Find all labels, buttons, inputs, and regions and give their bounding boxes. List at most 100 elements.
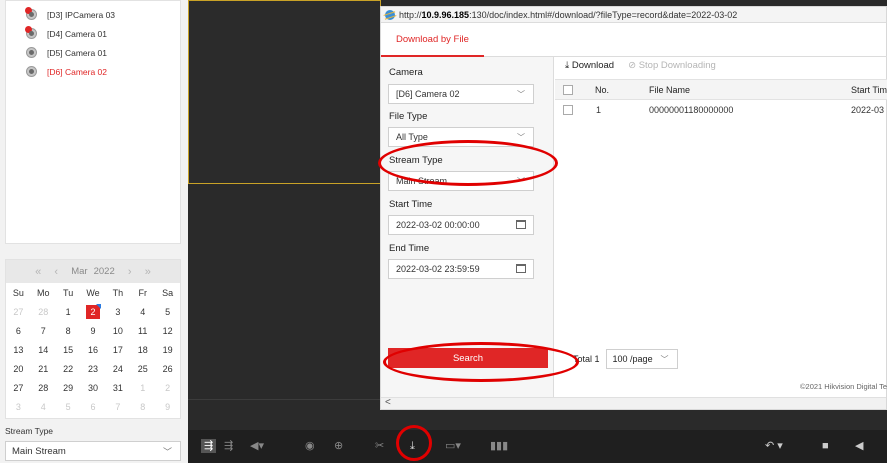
calendar-day[interactable]: 1 [56,302,81,321]
calendar-day[interactable]: 20 [6,359,31,378]
calendar-day[interactable]: 27 [6,302,31,321]
stop-downloading-button[interactable]: ⊘ Stop Downloading [628,60,716,71]
calendar-day-number: 20 [13,363,24,374]
tab-download-by-file[interactable]: Download by File [381,23,484,57]
start-time-input[interactable]: 2022-03-02 00:00:00 [388,215,534,235]
left-panel: [D3] IPCamera 03 [D4] Camera 01 [D5] Cam… [0,0,188,463]
calendar-day-number: 8 [65,325,71,336]
calendar-day-number: 23 [87,363,98,374]
calendar-day[interactable]: 26 [155,359,180,378]
calendar-day[interactable]: 28 [31,378,56,397]
calendar-day-number: 11 [138,325,148,336]
calendar-day[interactable]: 30 [81,378,106,397]
calendar-day[interactable]: 27 [6,378,31,397]
download-button-label: Download [571,60,615,71]
prev-year-button[interactable]: « [29,266,47,278]
calendar-day[interactable]: 6 [6,321,31,340]
calendar-day[interactable]: 21 [31,359,56,378]
address-bar[interactable]: http://10.9.96.185:130/doc/index.html#/d… [381,7,886,23]
calendar-day[interactable]: 7 [31,321,56,340]
camera-item-d3[interactable]: [D3] IPCamera 03 [25,7,115,20]
calendar-day[interactable]: 9 [81,321,106,340]
calendar-day[interactable]: 16 [81,340,106,359]
volume-icon[interactable]: ◀▾ [250,439,264,453]
calendar-day[interactable]: 3 [6,397,31,416]
calendar-day-number: 24 [112,363,123,374]
calendar-day[interactable]: 22 [56,359,81,378]
calendar-day-number: 25 [137,363,148,374]
calendar-weekday: We [86,287,100,298]
clip-icon[interactable]: ✂ [375,439,384,453]
stream-type-select[interactable]: Main Stream ﹀ [5,441,181,461]
window-icon[interactable]: ▭▾ [445,439,461,453]
calendar-day[interactable]: 6 [81,397,106,416]
calendar-day[interactable]: 29 [56,378,81,397]
download-button[interactable]: ⤓ Download [565,60,614,71]
next-month-button[interactable]: › [121,266,139,278]
prev-month-button[interactable]: ‹ [47,266,65,278]
calendar-day[interactable]: 8 [56,321,81,340]
calendar-day[interactable]: 15 [56,340,81,359]
chevron-down-icon: ﹀ [660,355,669,364]
calendar-day[interactable]: 1 [130,378,155,397]
capture-icon[interactable]: ◉ [305,439,315,453]
calendar-icon[interactable] [516,264,526,273]
calendar-icon[interactable] [516,220,526,229]
select-all-checkbox[interactable] [563,85,573,95]
scroll-left-icon[interactable]: < [385,397,391,408]
calendar-day[interactable]: 14 [31,340,56,359]
camera-list: [D3] IPCamera 03 [D4] Camera 01 [D5] Cam… [5,0,181,244]
calendar-day[interactable]: 17 [105,340,130,359]
calendar-day[interactable]: 12 [155,321,180,340]
camera-select[interactable]: [D6] Camera 02 ﹀ [388,84,534,104]
calendar-day[interactable]: 28 [31,302,56,321]
camera-item-d5[interactable]: [D5] Camera 01 [26,47,107,58]
camera-select-value: [D6] Camera 02 [396,89,460,99]
calendar-day[interactable]: 5 [56,397,81,416]
row-checkbox[interactable] [563,105,573,115]
camera-icon [26,66,37,77]
calendar-day[interactable]: 18 [130,340,155,359]
calendar-day[interactable]: 2 [81,302,106,321]
bars-icon[interactable]: ▮▮▮ [490,439,508,453]
calendar-day[interactable]: 7 [105,397,130,416]
video-tile-selected[interactable] [188,0,381,184]
calendar-day-number: 15 [63,344,74,355]
zoom-icon[interactable]: ⊕ [334,439,343,453]
rewind-icon[interactable]: ↶ ▾ [765,439,783,453]
end-time-input[interactable]: 2022-03-02 23:59:59 [388,259,534,279]
page-size-select[interactable]: 100 /page ﹀ [605,349,678,369]
calendar-weekday: Fr [138,287,147,298]
calendar-day[interactable]: 25 [130,359,155,378]
calendar-day[interactable]: 24 [105,359,130,378]
recording-icon [25,26,32,33]
horizontal-scrollbar[interactable]: < [381,397,886,409]
calendar-day[interactable]: 10 [105,321,130,340]
calendar-day[interactable]: 2 [155,378,180,397]
calendar-day-number: 9 [165,401,171,412]
calendar-day[interactable]: 8 [130,397,155,416]
calendar-day[interactable]: 13 [6,340,31,359]
table-row[interactable]: 1 00000001180000000 2022-03 [555,100,887,121]
calendar-day[interactable]: 11 [130,321,155,340]
calendar-day-number: 18 [137,344,148,355]
calendar-day[interactable]: 23 [81,359,106,378]
calendar-day[interactable]: 3 [105,302,130,321]
start-time-label: Start Time [389,199,433,210]
camera-icon [25,7,37,20]
layout-icon[interactable]: ⇶ [201,439,217,453]
camera-item-d6[interactable]: [D6] Camera 02 [26,66,107,77]
calendar-day[interactable]: 4 [31,397,56,416]
calendar-day[interactable]: 5 [155,302,180,321]
stop-icon[interactable]: ■ [822,439,829,453]
calendar-month: Mar [71,266,88,277]
calendar-day[interactable]: 19 [155,340,180,359]
calendar-day-number: 27 [13,306,24,317]
camera-item-d4[interactable]: [D4] Camera 01 [25,26,107,39]
layout-alt-icon[interactable]: ⇶ [224,439,233,453]
calendar-day[interactable]: 9 [155,397,180,416]
calendar-day[interactable]: 31 [105,378,130,397]
play-back-icon[interactable]: ◀ [855,439,863,453]
next-year-button[interactable]: » [139,266,157,278]
calendar-day[interactable]: 4 [130,302,155,321]
